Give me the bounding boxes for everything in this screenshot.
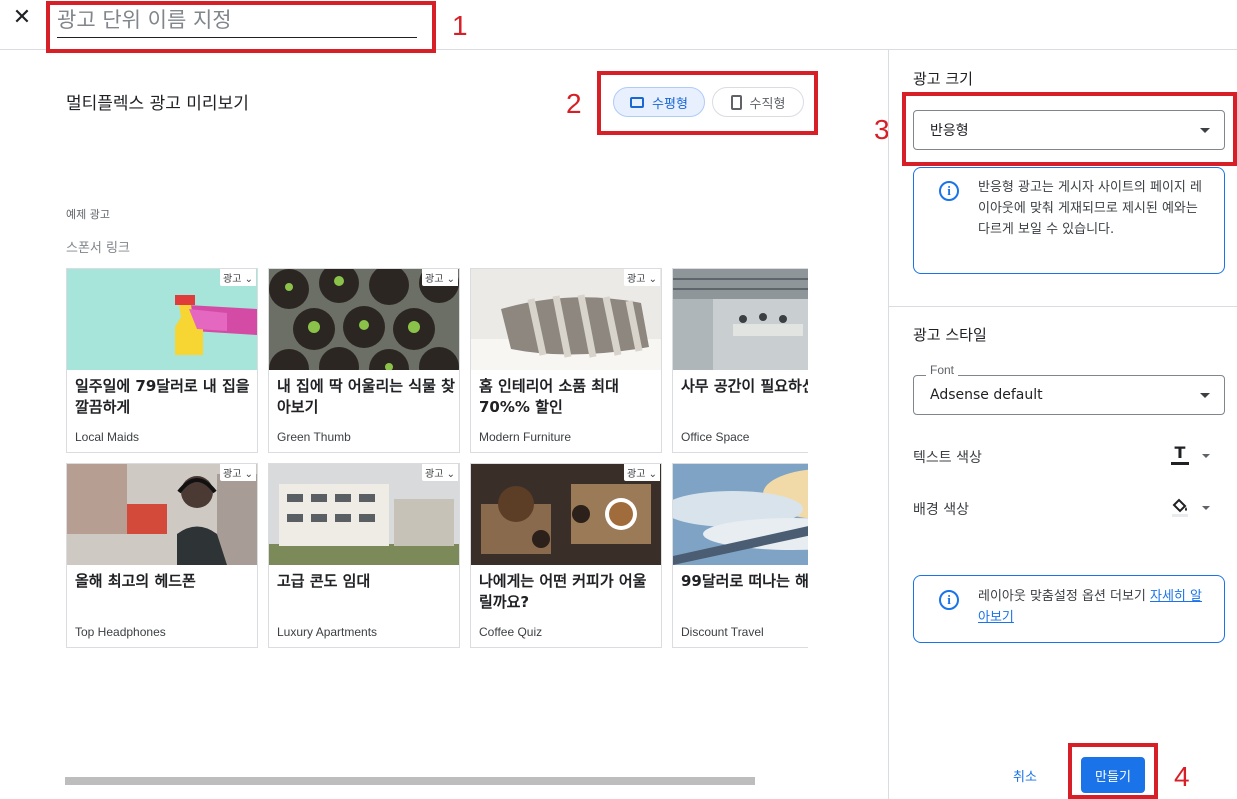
card-title: 내 집에 딱 어울리는 식물 찾아보기 (277, 377, 455, 416)
layout-info-box: i 레이아웃 맞춤설정 옵션 더보기 자세히 알아보기 (913, 575, 1225, 643)
settings-panel (888, 50, 1237, 799)
ad-badge-label: 광고 (223, 469, 242, 480)
paint-bucket-icon (1170, 496, 1190, 522)
card-source: Discount Travel (681, 625, 764, 639)
ad-badge[interactable]: 광고 ⌄ (422, 269, 458, 286)
responsive-info-box: i 반응형 광고는 게시자 사이트의 페이지 레이아웃에 맞춰 게재되므로 제시… (913, 167, 1225, 274)
annotation-number-1: 1 (452, 10, 468, 41)
card-source: Local Maids (75, 430, 140, 444)
ad-size-select[interactable]: 반응형 (913, 110, 1225, 150)
text-color-label: 텍스트 색상 (913, 450, 982, 466)
ad-badge[interactable]: 광고 ⌄ (220, 464, 256, 481)
card-source: Green Thumb (277, 430, 351, 444)
ad-card[interactable]: 99달러로 떠나는 해외 여행 Discount Travel (672, 463, 808, 648)
background-color-label: 배경 색상 (913, 502, 969, 518)
ad-badge[interactable]: 광고 ⌄ (220, 269, 256, 286)
card-title: 99달러로 떠나는 해외 여행 (681, 572, 808, 590)
ad-card[interactable]: 광고 ⌄ 홈 인테리어 소품 최대 70%% 할인 Modern Furnitu… (470, 268, 662, 453)
ad-badge-label: 광고 (223, 274, 242, 285)
horizontal-label: 수평형 (652, 96, 688, 112)
ad-card[interactable]: 광고 ⌄ 고급 콘도 임대 Luxury Apartments (268, 463, 460, 648)
font-value: Adsense default (930, 387, 1043, 403)
office-image (673, 269, 808, 370)
ad-card[interactable]: 사무 공간이 필요하신가요? Office Space (672, 268, 808, 453)
text-color-icon: T (1170, 444, 1190, 465)
portrait-rect-icon (730, 94, 742, 110)
card-title: 일주일에 79달러로 내 집을 깔끔하게 (75, 377, 250, 416)
ad-size-title: 광고 크기 (913, 70, 973, 88)
ad-card[interactable]: 광고 ⌄ 내 집에 딱 어울리는 식물 찾아보기 Green Thumb (268, 268, 460, 453)
info-icon: i (939, 590, 959, 610)
responsive-info-text: 반응형 광고는 게시자 사이트의 페이지 레이아웃에 맞춰 게재되므로 제시된 … (978, 180, 1202, 237)
background-color-picker[interactable] (1170, 496, 1216, 520)
card-title: 고급 콘도 임대 (277, 572, 371, 590)
card-title: 홈 인테리어 소품 최대 70%% 할인 (479, 377, 619, 416)
card-title: 사무 공간이 필요하신가요? (681, 377, 808, 395)
font-select[interactable]: Adsense default (913, 375, 1225, 415)
ad-card[interactable]: 광고 ⌄ 일주일에 79달러로 내 집을 깔끔하게 Local Maids (66, 268, 258, 453)
text-color-glyph: T (1174, 443, 1186, 462)
dropdown-arrow-icon (1202, 454, 1210, 458)
example-ad-label: 예제 광고 (66, 208, 110, 221)
layout-info-label: 레이아웃 맞춤설정 옵션 더보기 (978, 589, 1151, 604)
annotation-number-2: 2 (566, 88, 582, 119)
card-source: Coffee Quiz (479, 625, 543, 639)
ad-card[interactable]: 광고 ⌄ 나에게는 어떤 커피가 어울릴까요? Coffee Quiz (470, 463, 662, 648)
ad-badge[interactable]: 광고 ⌄ (624, 464, 660, 481)
ad-badge[interactable]: 광고 ⌄ (624, 269, 660, 286)
card-source: Office Space (681, 430, 750, 444)
panel-divider (889, 306, 1237, 307)
text-color-picker[interactable]: T (1170, 444, 1216, 468)
ad-card[interactable]: 광고 ⌄ 올해 최고의 헤드폰 Top Headphones (66, 463, 258, 648)
ad-preview-grid: 광고 ⌄ 일주일에 79달러로 내 집을 깔끔하게 Local Maids 광고… (66, 268, 808, 650)
vertical-label: 수직형 (749, 96, 786, 112)
create-button[interactable]: 만들기 (1081, 757, 1145, 793)
sponsored-links-label: 스폰서 링크 (66, 241, 130, 256)
close-icon[interactable]: ✕ (8, 4, 36, 32)
vertical-orientation-button[interactable]: 수직형 (712, 87, 804, 117)
horizontal-scrollbar[interactable] (65, 777, 755, 785)
ad-badge-label: 광고 (425, 274, 444, 285)
layout-info-text: 레이아웃 맞춤설정 옵션 더보기 자세히 알아보기 (978, 586, 1204, 628)
card-title: 올해 최고의 헤드폰 (75, 572, 196, 590)
card-title: 나에게는 어떤 커피가 어울릴까요? (479, 572, 647, 611)
dropdown-arrow-icon (1200, 128, 1210, 133)
airplane-wing-image (673, 464, 808, 565)
font-label: Font (926, 363, 959, 377)
card-source: Luxury Apartments (277, 625, 378, 639)
landscape-rect-icon (630, 96, 645, 108)
top-bar: ✕ (0, 0, 1237, 50)
ad-badge-label: 광고 (627, 274, 646, 285)
ad-badge-label: 광고 (627, 469, 646, 480)
card-source: Top Headphones (75, 625, 166, 639)
ad-badge-label: 광고 (425, 469, 444, 480)
cancel-button[interactable]: 취소 (996, 757, 1054, 793)
info-icon: i (939, 181, 959, 201)
card-source: Modern Furniture (479, 430, 572, 444)
dropdown-arrow-icon (1200, 393, 1210, 398)
ad-size-value: 반응형 (930, 123, 969, 139)
ad-style-title: 광고 스타일 (913, 326, 987, 344)
ad-unit-name-input[interactable] (57, 2, 417, 38)
horizontal-orientation-button[interactable]: 수평형 (613, 87, 705, 117)
dropdown-arrow-icon (1202, 506, 1210, 510)
ad-badge[interactable]: 광고 ⌄ (422, 464, 458, 481)
preview-title: 멀티플렉스 광고 미리보기 (66, 94, 249, 114)
